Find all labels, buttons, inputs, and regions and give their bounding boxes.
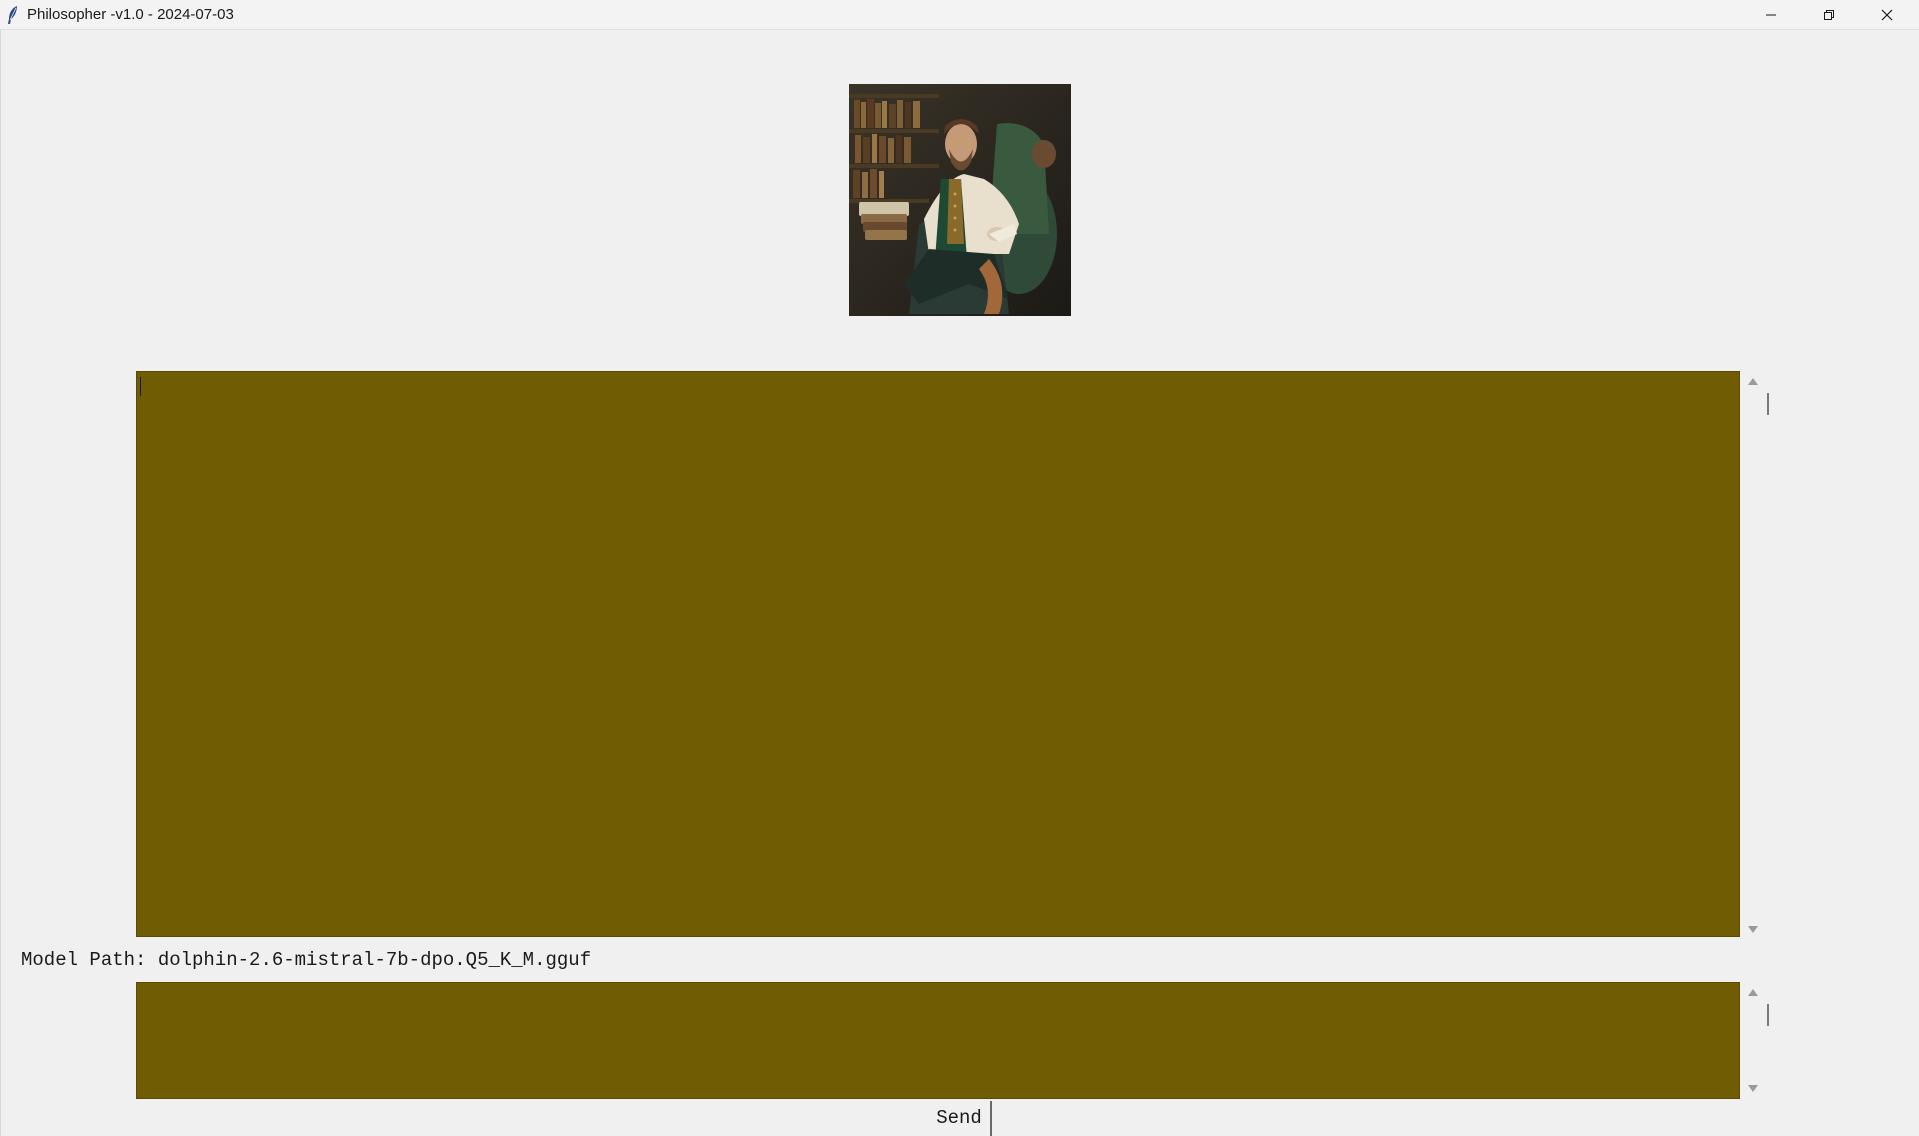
scroll-thumb[interactable] [1767, 1004, 1769, 1026]
close-button[interactable] [1858, 0, 1916, 29]
chat-scrollbar[interactable] [1745, 371, 1769, 937]
model-path-label: Model Path: dolphin-2.6-mistral-7b-dpo.Q… [21, 949, 592, 971]
minimize-button[interactable] [1742, 0, 1800, 29]
minimize-icon [1766, 14, 1776, 15]
send-button[interactable]: Send [928, 1101, 992, 1136]
restore-icon [1824, 9, 1834, 20]
scroll-down-arrow-icon[interactable] [1748, 926, 1758, 933]
restore-button[interactable] [1800, 0, 1858, 29]
chat-display[interactable] [136, 371, 1740, 937]
scroll-down-arrow-icon[interactable] [1748, 1085, 1758, 1092]
input-scrollbar[interactable] [1745, 982, 1769, 1099]
scroll-up-arrow-icon[interactable] [1748, 378, 1758, 385]
philosopher-portrait [849, 84, 1071, 316]
feather-icon [8, 6, 17, 24]
text-caret [140, 377, 141, 396]
portrait-image [849, 84, 1071, 316]
scroll-thumb[interactable] [1767, 393, 1769, 415]
scroll-up-arrow-icon[interactable] [1748, 989, 1758, 996]
title-bar: Philosopher -v1.0 - 2024-07-03 [0, 0, 1919, 30]
window-title: Philosopher -v1.0 - 2024-07-03 [27, 6, 234, 23]
close-icon [1881, 9, 1893, 20]
message-input[interactable] [136, 982, 1740, 1099]
